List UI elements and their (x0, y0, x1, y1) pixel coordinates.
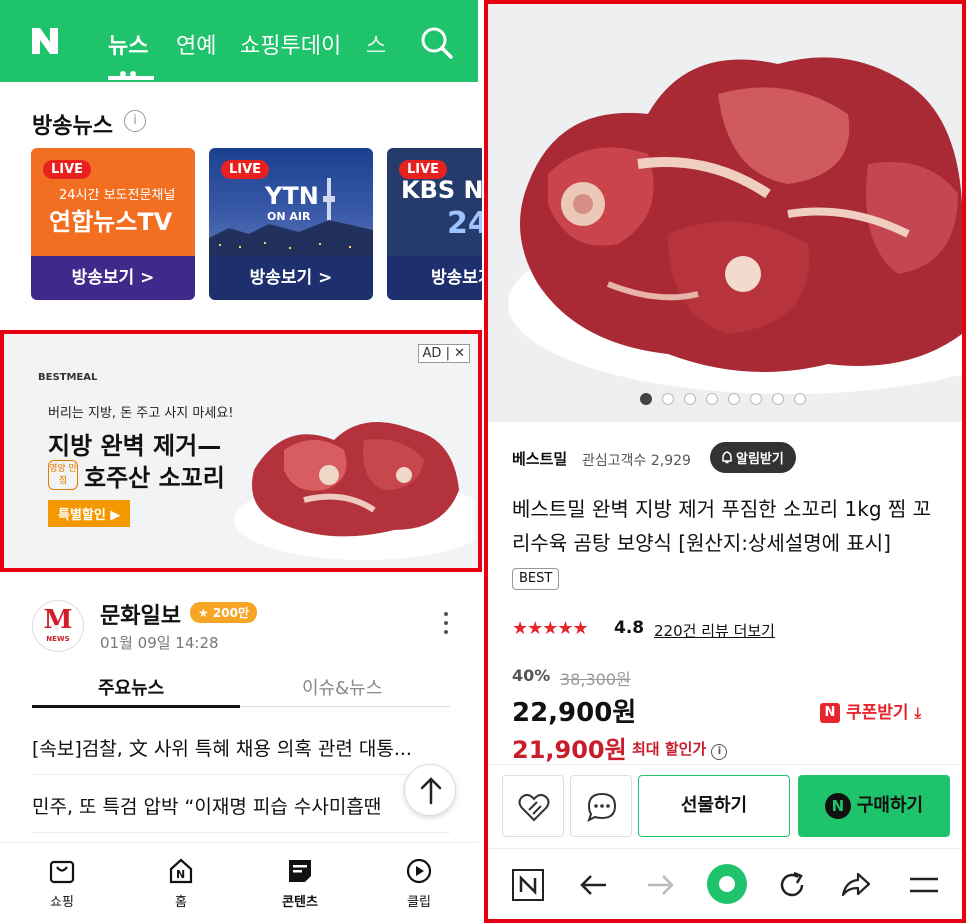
naver-logo-icon[interactable] (28, 24, 62, 58)
tab-sports[interactable]: 스 (366, 28, 386, 60)
live-badge: LIVE (221, 160, 270, 179)
top-navigation-bar: 뉴스 연예 쇼핑투데이 스 (0, 0, 478, 82)
broadcast-card-yonhap[interactable]: LIVE 24시간 보도전문채널 연합뉴스TV 방송보기 > (31, 148, 195, 300)
publisher-logo[interactable]: M NEWS (32, 600, 84, 652)
product-highlight-frame (484, 0, 966, 923)
news-item[interactable]: 민주, 또 특검 압박 “이재명 피습 수사미흡땐 (32, 792, 412, 819)
nav-label: 쇼핑 (50, 895, 74, 910)
card-channel-name: 연합뉴스TV (49, 208, 173, 236)
ad-highlight-frame (0, 330, 482, 572)
card-channel-name: YTN (265, 182, 319, 210)
arrow-up-icon (420, 777, 442, 805)
active-tab-underline (108, 76, 154, 80)
publish-time: 01월 09일 14:28 (100, 634, 219, 652)
live-badge: LIVE (43, 160, 92, 179)
nav-home[interactable]: N 홈 (151, 857, 211, 910)
subscriber-badge: ★ 200만 (190, 602, 258, 623)
clip-icon (406, 858, 432, 884)
info-icon[interactable]: i (124, 110, 146, 132)
contents-icon (289, 860, 311, 882)
news-divider (32, 832, 450, 833)
naver-news-panel: 뉴스 연예 쇼핑투데이 스 방송뉴스 i LIVE 24시간 보도전문채널 연합… (0, 0, 482, 923)
news-item[interactable]: [속보]검찰, 文 사위 특혜 채용 의혹 관련 대통... (32, 734, 412, 761)
broadcast-news-title: 방송뉴스 (32, 114, 113, 139)
nav-shopping[interactable]: 쇼핑 (32, 857, 92, 910)
screen: 뉴스 연예 쇼핑투데이 스 방송뉴스 i LIVE 24시간 보도전문채널 연합… (0, 0, 966, 923)
nav-label: 콘텐츠 (282, 895, 318, 910)
watch-broadcast-button[interactable]: 방송보기 > (209, 256, 373, 300)
card-subtitle: 24시간 보도전문채널 (59, 188, 176, 203)
nav-label: 홈 (175, 895, 187, 910)
nav-contents[interactable]: 콘텐츠 (270, 857, 330, 910)
news-divider (32, 774, 450, 775)
card-subtitle: ON AIR (267, 210, 311, 223)
publisher-name[interactable]: 문화일보 (100, 598, 181, 630)
tab-shopping-today[interactable]: 쇼핑투데이 (240, 28, 341, 60)
watch-broadcast-button[interactable]: 방송보기 (387, 256, 482, 300)
publisher-logo-letter: M (43, 605, 73, 635)
nav-label: 클립 (407, 895, 431, 910)
broadcast-card-kbs[interactable]: LIVE KBS N 24 방송보기 (387, 148, 482, 300)
search-icon[interactable] (420, 26, 454, 60)
subtab-issue-news[interactable]: 이슈&뉴스 (302, 674, 382, 700)
tab-entertainment[interactable]: 연예 (176, 28, 216, 60)
bottom-navigation: 쇼핑 N 홈 콘텐츠 클립 (0, 842, 478, 923)
broadcast-card-ytn[interactable]: LIVE YTN ON AIR 방송보기 > (209, 148, 373, 300)
publisher-logo-sub: NEWS (46, 635, 70, 643)
scroll-top-button[interactable] (404, 764, 456, 816)
subtab-main-news[interactable]: 주요뉴스 (98, 674, 164, 700)
more-options-icon[interactable] (444, 612, 450, 636)
svg-text:N: N (176, 868, 185, 881)
tab-news[interactable]: 뉴스 (108, 28, 148, 60)
tab-indicator-dots (120, 62, 140, 77)
home-icon: N (169, 858, 193, 884)
shopping-bag-icon (49, 860, 75, 884)
nav-clip[interactable]: 클립 (389, 857, 449, 910)
watch-broadcast-button[interactable]: 방송보기 > (31, 256, 195, 300)
card-channel-name: KBS N (401, 176, 482, 204)
card-channel-number: 24 (447, 206, 482, 241)
subtab-active-indicator (32, 705, 240, 708)
